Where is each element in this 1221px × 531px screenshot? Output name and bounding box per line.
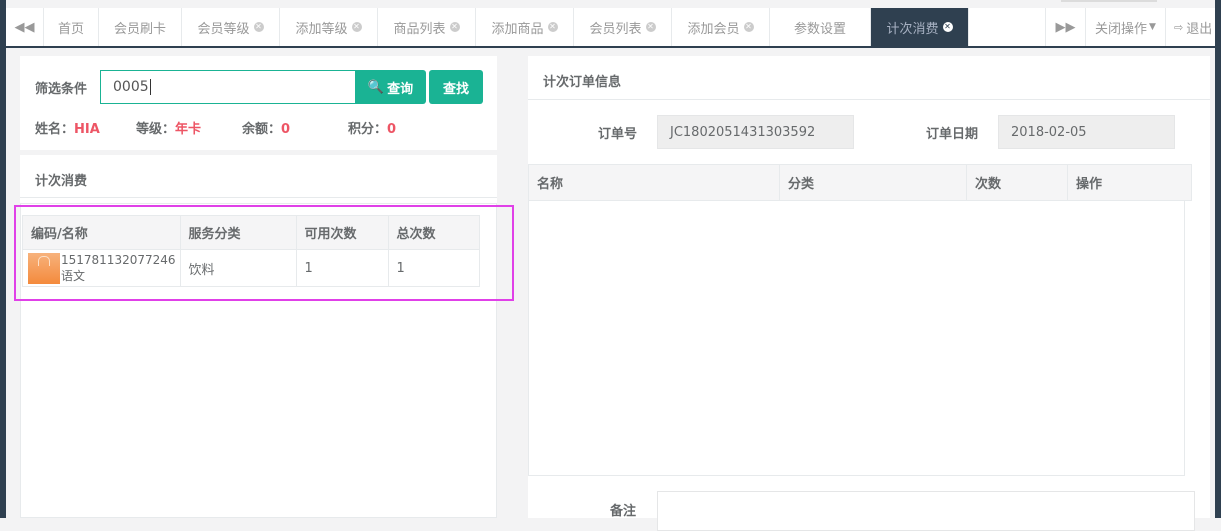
order-date-field[interactable]: 2018-02-05 [998, 115, 1175, 149]
col-code-name: 编码/名称 [22, 215, 181, 250]
product-name: 语文 [61, 269, 86, 283]
logout-button[interactable]: ⇨ 退出 [1165, 8, 1215, 46]
scroll-right-icon[interactable]: ▶▶ [1045, 8, 1085, 46]
close-icon[interactable]: ✕ [942, 22, 953, 32]
consume-panel: 计次消费 编码/名称 服务分类 可用次数 总次数 151781132077246… [20, 155, 497, 518]
close-icon[interactable]: ✕ [645, 22, 656, 32]
consume-table: 编码/名称 服务分类 可用次数 总次数 151781132077246 语文 饮料… [22, 215, 481, 287]
order-items-table: 名称 分类 次数 操作 [528, 164, 1192, 201]
close-icon[interactable]: ✕ [449, 22, 460, 32]
close-operations-dropdown[interactable]: 关闭操作 ▼ [1085, 8, 1165, 46]
tab-card-swipe[interactable]: 会员刷卡 [99, 8, 182, 46]
filter-label: 筛选条件 [35, 82, 88, 97]
close-icon[interactable]: ✕ [743, 22, 754, 32]
tab-add-member[interactable]: 添加会员 ✕ [672, 8, 770, 46]
member-level: 等级：年卡 [136, 122, 202, 137]
order-no-label: 订单号 [598, 127, 638, 142]
col-category: 服务分类 [179, 215, 297, 250]
col-actions: 操作 [1067, 164, 1192, 201]
table-row[interactable]: 151781132077246 语文 饮料 1 1 [22, 249, 481, 287]
product-thumbnail [28, 253, 60, 284]
order-items-box [528, 164, 1185, 476]
query-button[interactable]: 🔍 查询 [355, 70, 426, 104]
tab-home[interactable]: 首页 [44, 8, 99, 46]
col-name: 名称 [528, 164, 780, 201]
left-nav-edge [0, 0, 6, 518]
product-code: 151781132077246 [61, 253, 176, 267]
col-count: 次数 [966, 164, 1068, 201]
search-icon: 🔍 [367, 79, 385, 95]
member-name: 姓名：HIA [35, 122, 100, 137]
tab-product-list[interactable]: 商品列表 ✕ [378, 8, 476, 46]
tab-add-product[interactable]: 添加商品 ✕ [476, 8, 574, 46]
tab-add-level[interactable]: 添加等级 ✕ [280, 8, 378, 46]
order-title: 计次订单信息 [543, 75, 622, 90]
tab-bar: ◀◀ 首页 会员刷卡 会员等级 ✕ 添加等级 ✕ 商品列表 ✕ 添加商品 ✕ 会员列表 ✕… [6, 8, 1215, 48]
right-nav-edge [1215, 0, 1221, 518]
scroll-left-icon[interactable]: ◀◀ [6, 8, 44, 46]
available-count: 1 [295, 249, 389, 287]
col-available: 可用次数 [295, 215, 389, 250]
close-icon[interactable]: ✕ [547, 22, 558, 32]
order-date-label: 订单日期 [926, 127, 979, 142]
consume-title: 计次消费 [35, 174, 88, 189]
remark-input[interactable] [657, 491, 1195, 531]
col-category: 分类 [779, 164, 967, 201]
tab-member-level[interactable]: 会员等级 ✕ [182, 8, 280, 46]
close-icon[interactable]: ✕ [351, 22, 362, 32]
find-button[interactable]: 查找 [429, 70, 483, 104]
tab-member-list[interactable]: 会员列表 ✕ [574, 8, 672, 46]
product-category: 饮料 [179, 249, 297, 287]
order-panel: 计次订单信息 订单号 JC1802051431303592 订单日期 2018-… [528, 56, 1210, 531]
tab-settings[interactable]: 参数设置 [770, 8, 871, 46]
logout-icon: ⇨ [1174, 20, 1184, 34]
col-total: 总次数 [387, 215, 481, 250]
order-no-field[interactable]: JC1802051431303592 [657, 115, 854, 149]
member-points: 积分：0 [348, 122, 397, 137]
member-balance: 余额：0 [242, 122, 291, 137]
filter-input[interactable]: 0005 [100, 70, 356, 104]
total-count: 1 [387, 249, 481, 287]
close-icon[interactable]: ✕ [253, 22, 264, 32]
filter-panel: 筛选条件 0005 🔍 查询 查找 姓名：HIA 等级：年卡 余额：0 积分：0 [20, 56, 497, 150]
caret-down-icon: ▼ [1149, 22, 1156, 32]
remark-label: 备注 [610, 504, 637, 519]
tab-count-consume[interactable]: 计次消费 ✕ [871, 8, 969, 46]
